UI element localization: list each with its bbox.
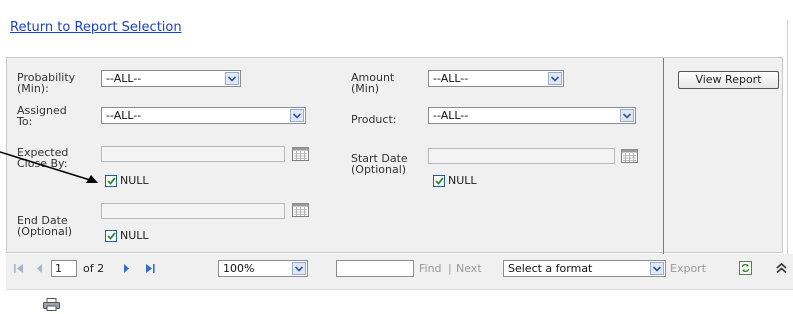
expected-close-null-checkbox[interactable]: NULL — [105, 174, 149, 187]
report-toolbar: 1 of 2 100% Find | Next Select a format … — [6, 254, 793, 311]
amount-label: Amount (Min) — [351, 71, 395, 95]
first-page-icon[interactable] — [14, 263, 24, 274]
chevron-down-icon[interactable] — [290, 109, 304, 122]
print-icon[interactable] — [43, 298, 60, 311]
start-date-null-checkbox[interactable]: NULL — [433, 174, 477, 187]
calendar-icon[interactable] — [292, 203, 309, 217]
probability-label: Probability (Min): — [17, 71, 76, 95]
return-to-report-selection-link[interactable]: Return to Report Selection — [10, 20, 182, 35]
product-label: Product: — [351, 113, 397, 126]
pointer-arrow — [0, 151, 98, 183]
end-date-label: End Date (Optional) — [17, 214, 73, 238]
refresh-icon[interactable] — [739, 261, 752, 275]
zoom-select[interactable]: 100% — [218, 260, 308, 277]
product-select[interactable]: --ALL-- — [428, 107, 636, 124]
chevron-down-icon[interactable] — [620, 109, 634, 122]
parameters-panel: Probability (Min): --ALL-- Amount (Min) … — [6, 57, 783, 254]
end-date-input[interactable] — [101, 203, 285, 219]
last-page-icon[interactable] — [145, 263, 155, 274]
checkmark-icon — [105, 229, 117, 242]
probability-select[interactable]: --ALL-- — [101, 70, 241, 87]
assigned-to-label: Assigned To: — [17, 104, 67, 128]
panel-divider — [663, 58, 664, 254]
calendar-icon[interactable] — [621, 149, 638, 163]
start-date-input[interactable] — [428, 148, 615, 164]
checkmark-icon — [105, 174, 117, 187]
page-count: of 2 — [83, 262, 105, 275]
next-page-icon[interactable] — [123, 263, 130, 274]
view-report-button[interactable]: View Report — [678, 71, 779, 89]
find-input[interactable] — [336, 260, 414, 277]
right-border — [787, 20, 788, 280]
find-separator: | — [448, 262, 452, 275]
export-format-select[interactable]: Select a format — [503, 260, 666, 277]
chevron-down-icon[interactable] — [650, 262, 664, 275]
page-number-input[interactable]: 1 — [51, 260, 77, 277]
chevron-down-icon[interactable] — [548, 72, 562, 85]
collapse-chevron-icon[interactable] — [776, 262, 787, 274]
start-date-label: Start Date (Optional) — [351, 152, 408, 176]
assigned-to-select[interactable]: --ALL-- — [101, 107, 306, 124]
find-link[interactable]: Find — [419, 262, 442, 275]
chevron-down-icon[interactable] — [292, 262, 306, 275]
end-date-null-checkbox[interactable]: NULL — [105, 229, 149, 242]
previous-page-icon[interactable] — [36, 263, 43, 274]
checkmark-icon — [433, 174, 445, 187]
export-link[interactable]: Export — [670, 262, 706, 275]
amount-select[interactable]: --ALL-- — [428, 70, 564, 87]
expected-close-date-input[interactable] — [101, 146, 285, 162]
calendar-icon[interactable] — [292, 147, 309, 161]
next-link[interactable]: Next — [456, 262, 482, 275]
chevron-down-icon[interactable] — [225, 72, 239, 85]
